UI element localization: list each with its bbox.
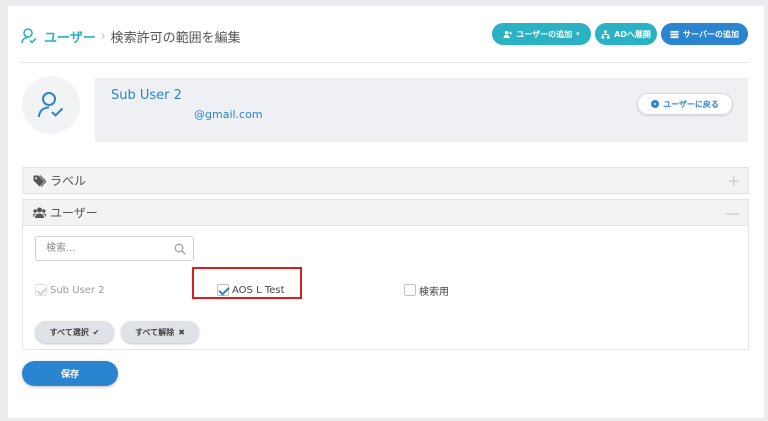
select-all-label: すべて選択 — [49, 327, 89, 337]
user-check-icon — [38, 92, 64, 118]
checkbox-label[interactable]: 検索用 — [419, 283, 449, 298]
checkbox-search-use[interactable]: 検索用 — [404, 283, 449, 298]
collapse-icon[interactable]: — — [725, 204, 740, 222]
search-input[interactable] — [35, 236, 194, 261]
save-button[interactable]: 保存 — [22, 361, 118, 386]
checkbox[interactable] — [404, 284, 416, 296]
checkbox-sub-user-2: Sub User 2 — [35, 283, 105, 297]
main-panel: ユーザー › 検索許可の範囲を編集 ユーザーの追加 ▾ ADへ展開 サーバーの追… — [8, 6, 764, 418]
close-icon: ✖ — [178, 327, 185, 337]
profile-header: Sub User 2 @gmail.com ユーザーに戻る — [95, 78, 748, 142]
back-to-user-button[interactable]: ユーザーに戻る — [637, 93, 733, 115]
back-to-user-label: ユーザーに戻る — [663, 99, 719, 109]
checkbox-label: Sub User 2 — [50, 284, 105, 296]
arrow-left-circle-icon — [651, 100, 660, 108]
breadcrumb-separator: › — [100, 29, 106, 43]
user-section-body: Sub User 2 AOS L Test 検索用 すべて選択 ✔ すべて解除 … — [22, 226, 749, 350]
add-server-button[interactable]: サーバーの追加 — [661, 23, 748, 45]
ad-deploy-button[interactable]: ADへ展開 — [595, 23, 657, 45]
add-server-label: サーバーの追加 — [683, 29, 739, 39]
deselect-all-button[interactable]: すべて解除 ✖ — [121, 321, 199, 343]
user-icon — [21, 28, 37, 44]
breadcrumb-users-link[interactable]: ユーザー — [44, 27, 96, 46]
highlight-box — [192, 267, 302, 299]
add-user-button[interactable]: ユーザーの追加 ▾ — [492, 23, 591, 45]
ad-deploy-label: ADへ展開 — [614, 29, 651, 39]
label-section-header[interactable]: ラベル + — [22, 167, 749, 194]
search-icon — [174, 243, 186, 255]
avatar — [22, 76, 80, 134]
page-title: 検索許可の範囲を編集 — [110, 30, 241, 46]
profile-email: @gmail.com — [194, 108, 263, 121]
user-section-title: ユーザー — [50, 206, 98, 220]
chevron-down-icon: ▾ — [576, 30, 580, 38]
server-icon — [670, 30, 679, 38]
deselect-all-label: すべて解除 — [135, 327, 175, 337]
add-user-label: ユーザーの追加 — [516, 29, 573, 39]
checkbox — [35, 284, 47, 296]
users-icon — [33, 207, 46, 218]
breadcrumb: ユーザー › 検索許可の範囲を編集 — [20, 26, 241, 46]
profile-name: Sub User 2 — [111, 88, 182, 103]
check-icon: ✔ — [92, 327, 100, 337]
user-section-header[interactable]: ユーザー — — [22, 199, 749, 226]
select-all-button[interactable]: すべて選択 ✔ — [35, 321, 114, 343]
expand-icon[interactable]: + — [727, 172, 740, 190]
sitemap-icon — [601, 29, 610, 39]
tags-icon — [33, 174, 46, 187]
header-divider — [20, 62, 749, 63]
label-section-title: ラベル — [50, 174, 87, 188]
user-plus-icon — [503, 30, 513, 38]
